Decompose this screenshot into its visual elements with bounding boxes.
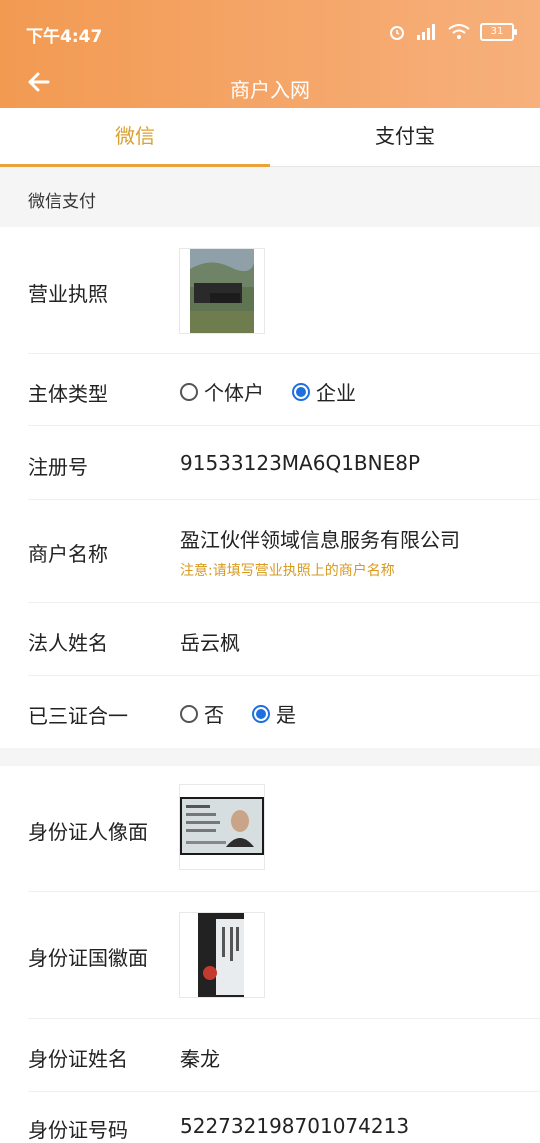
three-in-one-row: 已三证合一 否 是: [0, 676, 540, 748]
id-number-value[interactable]: 522732198701074213: [180, 1114, 409, 1138]
radio-label: 是: [276, 703, 296, 727]
id-number-label: 身份证号码: [28, 1118, 128, 1142]
entity-type-label: 主体类型: [28, 382, 108, 406]
radio-unchecked-icon: [180, 382, 198, 401]
section-header: 微信支付: [0, 167, 540, 227]
radio-label: 个体户: [204, 381, 264, 405]
radio-checked-icon: [252, 704, 270, 723]
page-title: 商户入网: [230, 78, 310, 102]
id-back-label: 身份证国徽面: [28, 946, 148, 970]
id-back-photo[interactable]: [179, 912, 265, 998]
license-photo-image: [180, 249, 264, 333]
entity-type-row: 主体类型 个体户 企业: [0, 354, 540, 426]
radio-yes[interactable]: 是: [252, 699, 296, 728]
id-front-row: 身份证人像面: [0, 766, 540, 892]
id-front-photo[interactable]: [179, 784, 265, 870]
alarm-icon: [390, 26, 404, 40]
nav-bar: 商户入网: [0, 62, 540, 108]
reg-no-row: 注册号 91533123MA6Q1BNE8P: [0, 426, 540, 500]
tab-alipay[interactable]: 支付宝: [270, 108, 540, 166]
id-back-row: 身份证国徽面: [0, 892, 540, 1019]
tab-wechat[interactable]: 微信: [0, 108, 270, 166]
id-name-value[interactable]: 秦龙: [180, 1043, 220, 1072]
section-gap: [0, 748, 540, 766]
radio-individual[interactable]: 个体户: [180, 377, 264, 406]
radio-checked-icon: [292, 382, 310, 401]
section-title: 微信支付: [28, 192, 96, 212]
id-front-label: 身份证人像面: [28, 820, 148, 844]
merchant-name-hint: 注意:请填写营业执照上的商户名称: [180, 563, 395, 579]
license-photo[interactable]: [179, 248, 265, 334]
radio-enterprise[interactable]: 企业: [292, 377, 356, 406]
id-name-label: 身份证姓名: [28, 1047, 128, 1071]
wifi-icon: [448, 24, 470, 39]
status-icons: 31: [388, 18, 517, 46]
license-row: 营业执照: [0, 227, 540, 354]
legal-name-row: 法人姓名 岳云枫: [0, 603, 540, 676]
tab-bar: 微信 支付宝: [0, 108, 540, 167]
radio-label: 否: [204, 703, 224, 727]
legal-name-value[interactable]: 岳云枫: [180, 627, 240, 656]
status-bar: 下午4:47 31: [0, 0, 540, 62]
merchant-name-row: 商户名称 盈江伙伴领域信息服务有限公司 注意:请填写营业执照上的商户名称: [0, 500, 540, 603]
id-name-row: 身份证姓名 秦龙: [0, 1019, 540, 1092]
radio-label: 企业: [316, 381, 356, 405]
battery-icon: 31: [480, 23, 517, 41]
three-in-one-label: 已三证合一: [28, 704, 128, 728]
radio-no[interactable]: 否: [180, 699, 224, 728]
id-back-photo-image: [180, 913, 264, 997]
reg-no-value[interactable]: 91533123MA6Q1BNE8P: [180, 451, 420, 475]
entity-type-radio-group: 个体户 企业: [180, 377, 384, 406]
radio-unchecked-icon: [180, 704, 198, 723]
legal-name-label: 法人姓名: [28, 631, 108, 655]
reg-no-label: 注册号: [28, 455, 88, 479]
id-number-row: 身份证号码 522732198701074213: [0, 1092, 540, 1142]
app-header: 下午4:47 31 商户入网: [0, 0, 540, 108]
id-front-photo-image: [180, 785, 264, 869]
three-in-one-radio-group: 否 是: [180, 699, 324, 728]
merchant-name-label: 商户名称: [28, 542, 108, 566]
status-time: 下午4:47: [26, 27, 103, 47]
merchant-name-value[interactable]: 盈江伙伴领域信息服务有限公司: [180, 524, 460, 553]
signal-icon: [417, 24, 435, 40]
license-label: 营业执照: [28, 282, 108, 306]
